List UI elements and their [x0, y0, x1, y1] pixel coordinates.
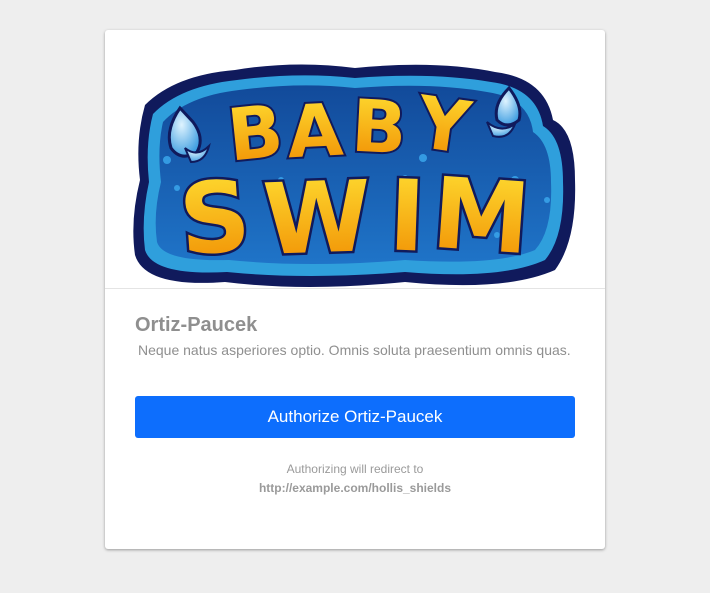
- logo-letter: M: [429, 157, 534, 278]
- app-description: Neque natus asperiores optio. Omnis solu…: [138, 342, 571, 358]
- logo-letter: W: [261, 160, 373, 278]
- authorize-button[interactable]: Authorize Ortiz-Paucek: [135, 396, 575, 438]
- redirect-url: http://example.com/hollis_shields: [258, 481, 452, 495]
- logo-letter: I: [387, 159, 427, 274]
- authorization-card: B A B Y S W I M Ortiz-Paucek Neque natus…: [105, 30, 605, 549]
- logo-letter: S: [176, 160, 254, 279]
- logo-letter: B: [350, 84, 409, 171]
- app-name: Ortiz-Paucek: [135, 314, 258, 336]
- app-logo-area: B A B Y S W I M: [105, 30, 605, 289]
- redirect-note: Authorizing will redirect to: [286, 462, 424, 476]
- baby-swim-logo: B A B Y S W I M: [133, 64, 576, 287]
